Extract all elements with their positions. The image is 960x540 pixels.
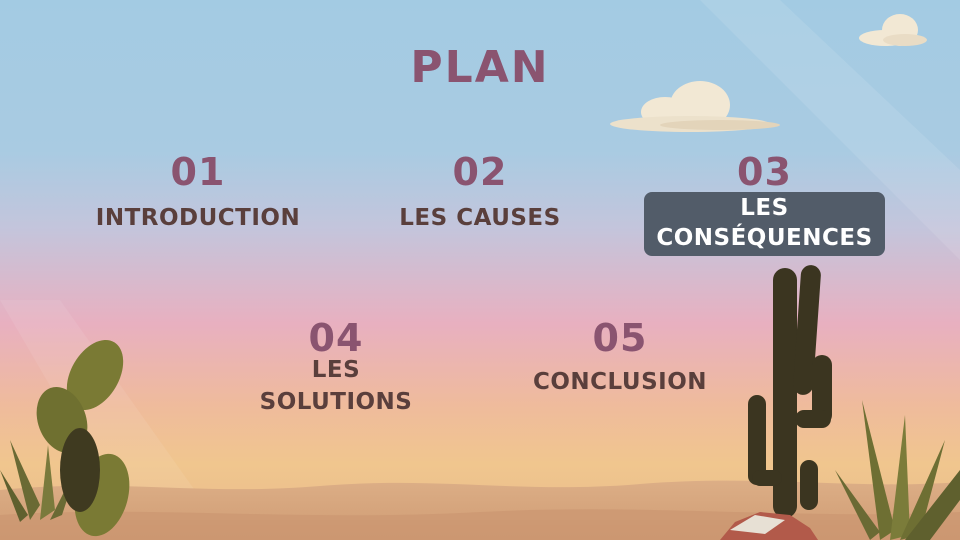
plan-item-05: 05 CONCLUSION (500, 318, 740, 398)
item-label: INTRODUCTION (95, 205, 301, 231)
item-label-line: CONSÉQUENCES (656, 225, 873, 251)
item-label: CONCLUSION (533, 369, 707, 395)
item-label-line: LES (311, 357, 361, 383)
item-label-line: LES (740, 195, 789, 221)
item-number: 03 (737, 150, 792, 194)
item-label: LES CAUSES (399, 205, 561, 231)
item-label-line: SOLUTIONS (259, 389, 413, 415)
item-number: 01 (170, 150, 226, 194)
item-number: 02 (452, 150, 508, 194)
plan-item-04: 04 LES SOLUTIONS (216, 318, 456, 418)
plan-item-02: 02 LES CAUSES (360, 152, 600, 234)
item-label: LES SOLUTIONS (216, 354, 456, 418)
plan-item-01: 01 INTRODUCTION (78, 152, 318, 234)
plan-item-03: 03 LES CONSÉQUENCES (642, 152, 887, 256)
sand-dune (0, 509, 960, 540)
cactus-icon (748, 265, 832, 518)
item-number: 04 (308, 316, 364, 360)
selected-item-label: LES CONSÉQUENCES (644, 192, 885, 256)
slide: PLAN 01 INTRODUCTION 02 LES CAUSES 03 LE… (0, 0, 960, 540)
item-number: 05 (592, 316, 648, 360)
page-title: PLAN (410, 42, 550, 93)
